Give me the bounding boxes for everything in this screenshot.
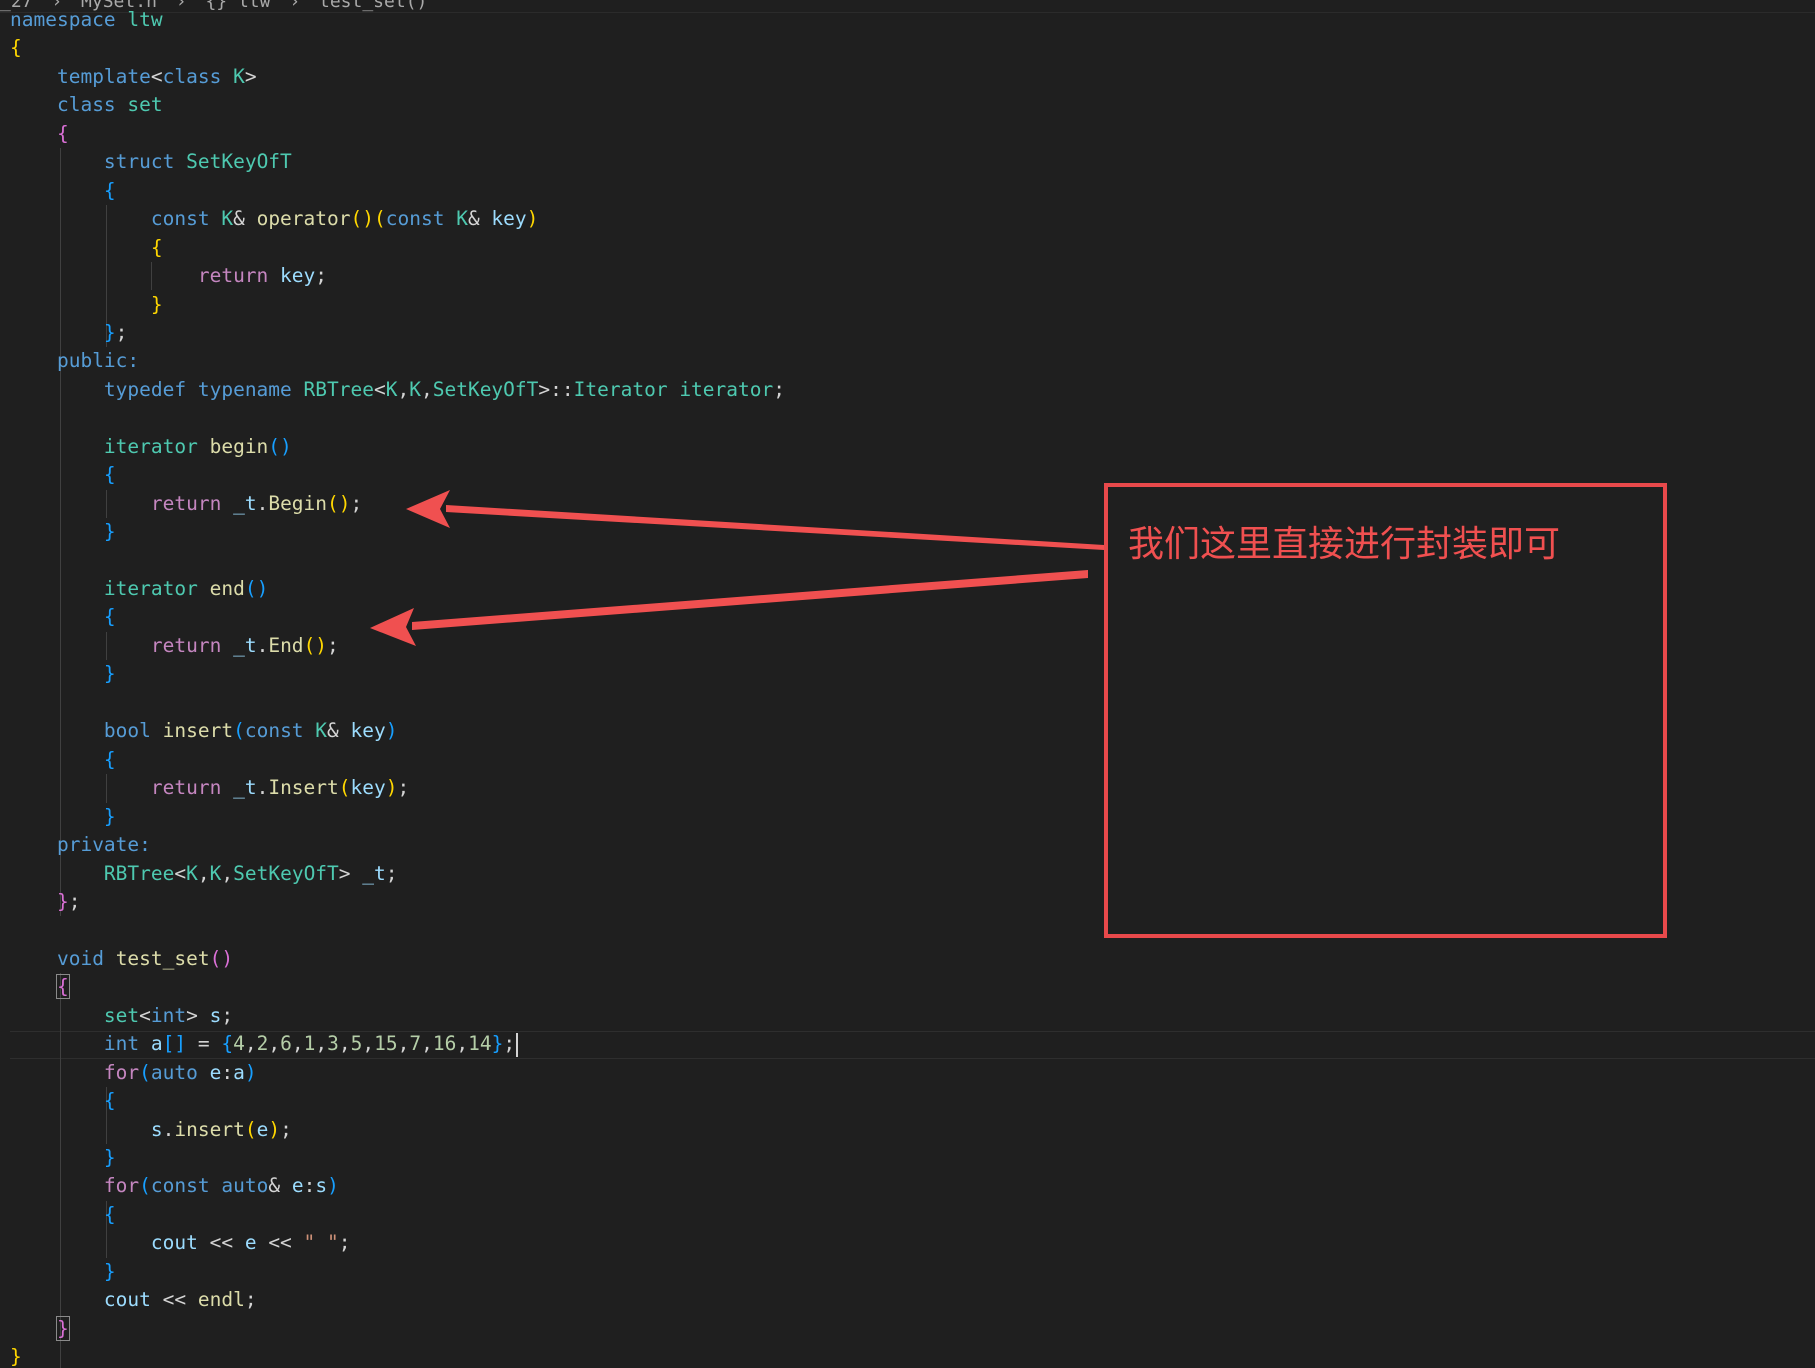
editor-window: _27 › MySet.h › {} ltw › test_set() name… — [0, 0, 1815, 1368]
arrow-begin-shaft — [446, 505, 1104, 550]
arrow-begin-head — [406, 490, 450, 528]
annotation-text: 我们这里直接进行封装即可 — [1128, 524, 1561, 565]
arrow-end-shaft — [412, 570, 1088, 630]
arrow-end-head — [370, 608, 416, 646]
